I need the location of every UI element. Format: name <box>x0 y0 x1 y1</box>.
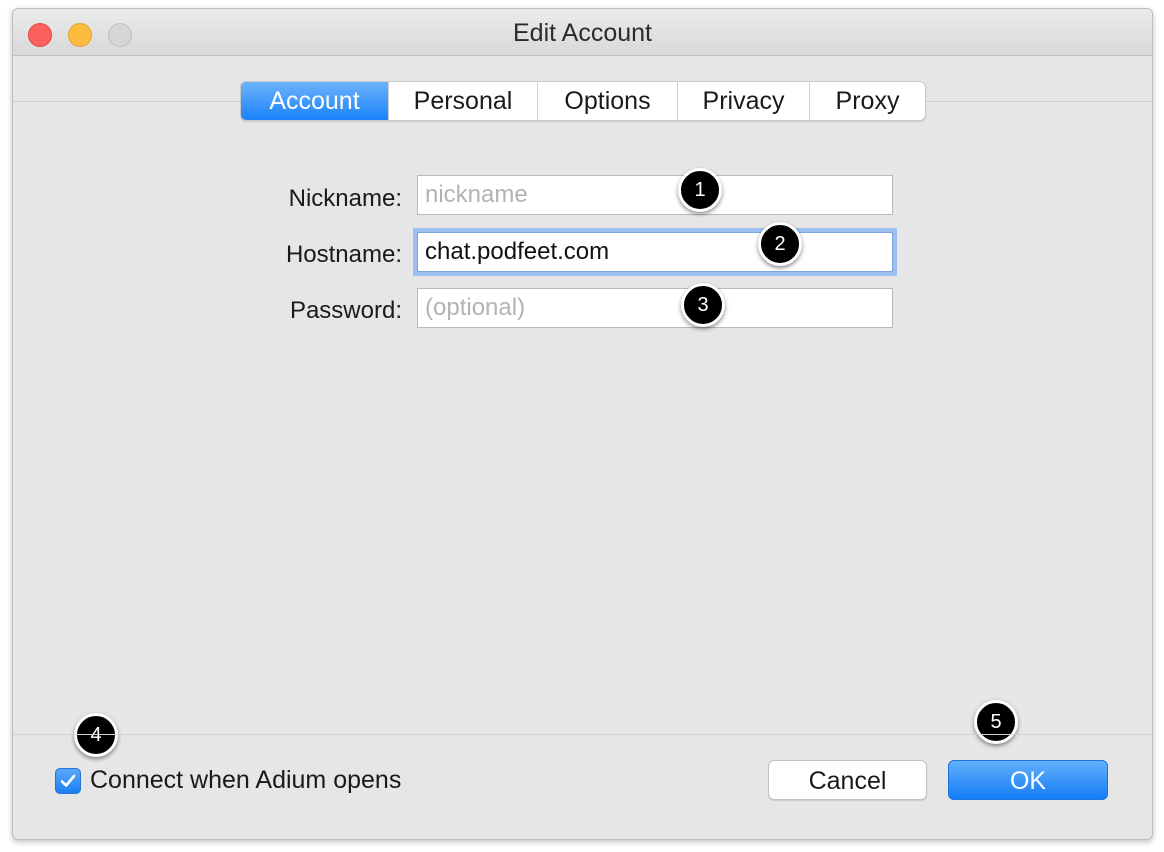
password-field[interactable]: (optional) <box>417 288 893 328</box>
password-label: Password: <box>289 297 402 324</box>
cancel-button[interactable]: Cancel <box>768 760 927 800</box>
annotation-badge-2: 2 <box>758 222 802 266</box>
nickname-label: Nickname: <box>288 185 402 212</box>
title-bar[interactable]: Edit Account <box>13 9 1152 56</box>
annotation-badge-1: 1 <box>678 168 722 212</box>
annotation-badge-4: 4 <box>74 713 118 757</box>
tab-proxy[interactable]: Proxy <box>809 82 925 120</box>
footer-divider <box>13 734 1152 735</box>
tab-bar: Account Personal Options Privacy Proxy <box>240 81 926 121</box>
ok-button[interactable]: OK <box>948 760 1108 800</box>
tab-account[interactable]: Account <box>241 82 388 120</box>
tab-privacy[interactable]: Privacy <box>677 82 809 120</box>
connect-on-launch-checkbox[interactable] <box>55 768 81 794</box>
annotation-badge-3: 3 <box>681 283 725 327</box>
tab-options[interactable]: Options <box>537 82 677 120</box>
nickname-field[interactable]: nickname <box>417 175 893 215</box>
window-title: Edit Account <box>513 19 652 47</box>
annotation-badge-5: 5 <box>974 700 1018 744</box>
connect-on-launch-label[interactable]: Connect when Adium opens <box>90 766 401 795</box>
hostname-field[interactable]: chat.podfeet.com <box>417 232 893 272</box>
edit-account-window: Edit Account Account Personal Options Pr… <box>12 8 1153 840</box>
checkmark-icon <box>60 774 76 787</box>
tab-personal[interactable]: Personal <box>388 82 537 120</box>
hostname-label: Hostname: <box>285 241 402 268</box>
